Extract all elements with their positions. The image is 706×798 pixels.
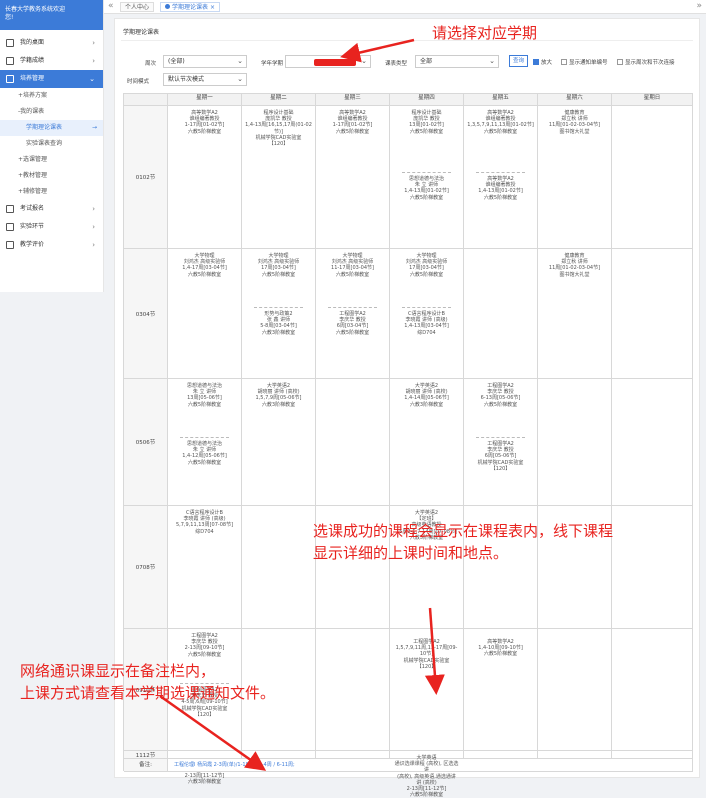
course-detail: 六教5阶梯教室 xyxy=(409,792,444,798)
arrow-to-term-select xyxy=(340,38,415,63)
annotation-select-term: 请选择对应学期 xyxy=(432,24,538,42)
arrow-to-note xyxy=(159,694,267,771)
annotation-success: 选课成功的课程会显示在课程表内，线下课程 显示详细的上课时间和地点。 xyxy=(313,520,613,564)
annotation-online-line1: 网络通识课显示在备注栏内， xyxy=(20,662,216,680)
annotation-online-line2: 上课方式请查看本学期选课通知文件。 xyxy=(20,684,276,702)
annotation-online: 网络通识课显示在备注栏内， 上课方式请查看本学期选课通知文件。 xyxy=(20,660,275,704)
arrow-to-course xyxy=(424,607,445,695)
annotation-success-line2: 显示详细的上课时间和地点。 xyxy=(313,544,509,562)
annotation-success-line1: 选课成功的课程会显示在课程表内，线下课程 xyxy=(313,522,614,540)
